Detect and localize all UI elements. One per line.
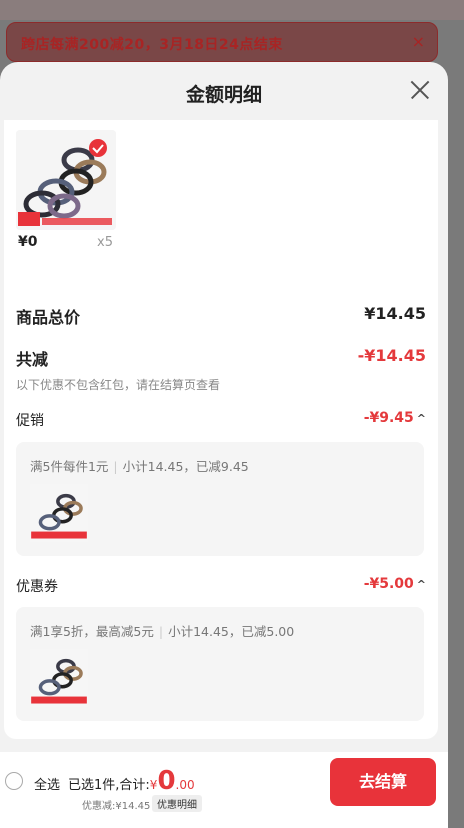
hair-ties-icon — [16, 130, 116, 230]
discount-note-row: 以下优惠不包含红包，请在结算页查看 — [16, 374, 426, 393]
discount-detail-tag[interactable]: 优惠明细 — [152, 795, 202, 812]
amount-detail-sheet: 金额明细 ¥0 x5 商品总价 ¥14.45 共减 -¥14.45 以下优惠不包… — [0, 62, 448, 828]
total-discount-row: 共减 -¥14.45 — [16, 346, 426, 370]
promotion-label: 促销 — [16, 413, 44, 429]
coupon-detail-box: 满1享5折，最高减5元 | 小计14.45，已减5.00 — [16, 607, 424, 721]
promotion-calc: 小计14.45，已减9.45 — [122, 459, 249, 474]
discount-note: 以下优惠不包含红包，请在结算页查看 — [16, 378, 221, 392]
total-price-row: 商品总价 ¥14.45 — [16, 304, 426, 328]
promotion-detail-text: 满5件每件1元 | 小计14.45，已减9.45 — [30, 459, 249, 474]
promotion-row[interactable]: 促销 -¥9.45 ^ — [16, 410, 426, 430]
chevron-up-icon: ^ — [416, 412, 426, 425]
product-quantity: x5 — [97, 235, 113, 250]
promotion-product-thumbnail[interactable] — [30, 484, 88, 542]
promo-banner: 跨店每满200减20，3月18日24点结束 × — [6, 22, 438, 62]
coupon-label: 优惠券 — [16, 579, 58, 595]
chevron-up-icon: ^ — [416, 578, 426, 591]
coupon-toggle[interactable]: -¥5.00 ^ — [364, 576, 426, 592]
sheet-title: 金额明细 — [185, 84, 262, 106]
promotion-detail-box: 满5件每件1元 | 小计14.45，已减9.45 — [16, 442, 424, 556]
selected-count: 已选1件,合计: — [68, 778, 150, 793]
promo-banner-close-icon: × — [411, 32, 425, 51]
promotion-toggle[interactable]: -¥9.45 ^ — [364, 410, 426, 426]
order-total: 已选1件,合计:¥0.00 — [68, 766, 195, 796]
total-price-value: ¥14.45 — [364, 304, 426, 323]
total-discount-label: 共减 — [16, 350, 49, 369]
product-image[interactable] — [16, 130, 116, 230]
total-amount-dec: .00 — [175, 778, 195, 792]
product-price: ¥0 — [18, 234, 38, 250]
background-header — [0, 0, 464, 20]
checkout-bar: 全选 已选1件,合计:¥0.00 优惠减:¥14.45 优惠明细 去结算 — [0, 752, 448, 828]
coupon-calc: 小计14.45，已减5.00 — [168, 624, 295, 639]
coupon-value: -¥5.00 — [363, 576, 414, 592]
coupon-detail-text: 满1享5折，最高减5元 | 小计14.45，已减5.00 — [30, 624, 295, 639]
total-price-label: 商品总价 — [16, 308, 81, 327]
checkout-button[interactable]: 去结算 — [330, 758, 436, 806]
sheet-header: 金额明细 — [0, 62, 448, 120]
coupon-row[interactable]: 优惠券 -¥5.00 ^ — [16, 576, 426, 596]
hair-ties-icon — [31, 658, 87, 704]
coupon-product-thumbnail[interactable] — [30, 649, 88, 707]
promotion-rule: 满5件每件1元 — [30, 459, 109, 474]
promo-banner-text: 跨店每满200减20，3月18日24点结束 — [21, 37, 283, 53]
total-discount-value: -¥14.45 — [357, 346, 426, 365]
hair-ties-icon — [31, 493, 87, 539]
price-summary-card: 商品总价 ¥14.45 共减 -¥14.45 以下优惠不包含红包，请在结算页查看… — [4, 284, 438, 739]
close-icon[interactable] — [406, 76, 434, 104]
select-all-label[interactable]: 全选 — [34, 774, 60, 793]
discount-summary: 优惠减:¥14.45 — [82, 801, 151, 812]
select-all-radio[interactable] — [5, 772, 23, 790]
coupon-rule: 满1享5折，最高减5元 — [30, 624, 154, 639]
promotion-value: -¥9.45 — [363, 410, 414, 426]
total-amount-int: 0 — [157, 766, 176, 796]
